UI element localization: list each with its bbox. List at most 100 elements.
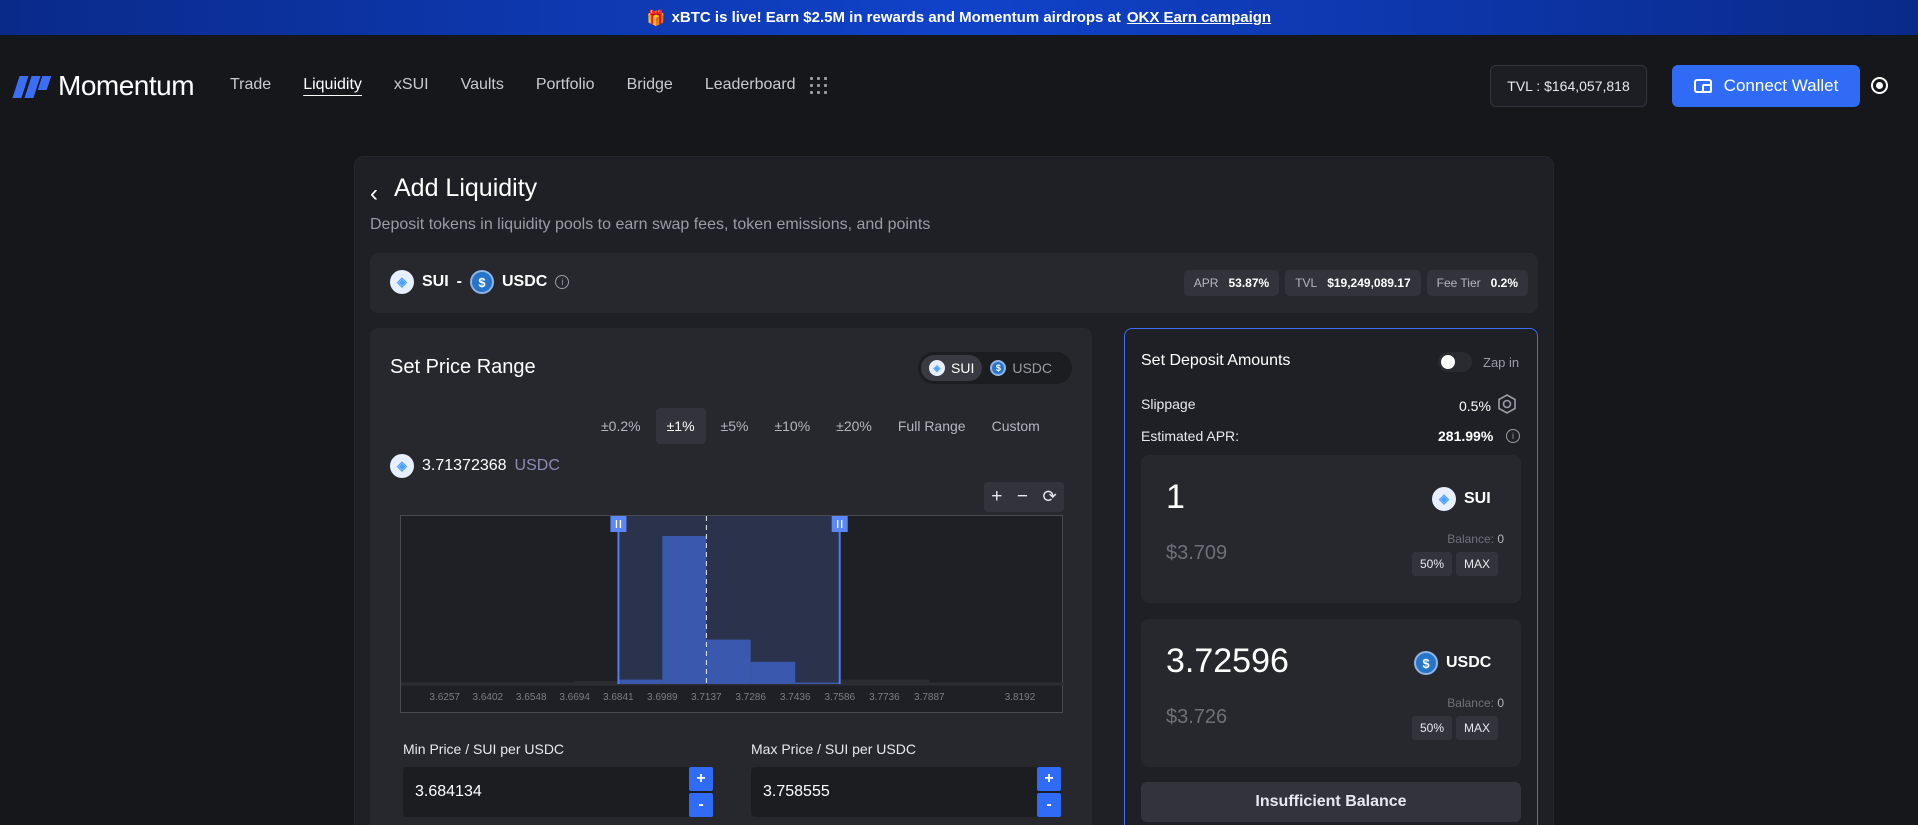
zoom-in-icon[interactable]: +: [991, 486, 1002, 508]
stat-fee-tier: Fee Tier 0.2%: [1426, 270, 1528, 296]
liquidity-bar-3: [706, 639, 751, 684]
sui-50-button[interactable]: 50%: [1412, 552, 1453, 576]
x-tick-label-5: 3.6989: [647, 692, 678, 703]
min-range-handle: [610, 516, 627, 532]
x-tick-label-1: 3.6402: [473, 692, 504, 703]
liquidity-bar-5: [795, 682, 840, 684]
stat-tvl: TVL $19,249,089.17: [1285, 270, 1421, 296]
preset-custom[interactable]: Custom: [981, 408, 1051, 444]
x-tick-label-4: 3.6841: [603, 692, 634, 703]
slippage-value[interactable]: 0.5%: [1459, 398, 1491, 414]
liquidity-bar-1: [618, 679, 663, 684]
max-price-decrement-button[interactable]: -: [1037, 793, 1061, 817]
usdc-max-button[interactable]: MAX: [1456, 716, 1499, 740]
estimated-apr-value: 281.99%: [1438, 428, 1494, 444]
settings-icon[interactable]: [1871, 77, 1888, 94]
sui-amount[interactable]: 1: [1166, 478, 1185, 517]
deposit-title: Set Deposit Amounts: [1141, 352, 1291, 369]
connect-wallet-label: Connect Wallet: [1723, 76, 1839, 95]
info-icon[interactable]: i: [1506, 429, 1520, 443]
token-input-sui[interactable]: [1141, 455, 1521, 603]
x-tick-label-0: 3.6257: [429, 692, 460, 703]
preset-full-range[interactable]: Full Range: [887, 408, 977, 444]
nav-leaderboard[interactable]: Leaderboard: [705, 76, 796, 94]
liquidity-chart[interactable]: 3.6257 3.6402 3.6548 3.6694 3.6841 3.6989 3.71…: [400, 515, 1064, 713]
liquidity-bar-2: [662, 536, 707, 684]
min-price-decrement-button[interactable]: -: [689, 793, 713, 817]
main-nav: Trade Liquidity xSUI Vaults Portfolio Br…: [230, 76, 796, 94]
stat-apr: APR 53.87%: [1183, 270, 1280, 296]
reset-zoom-icon[interactable]: ⟳: [1042, 487, 1056, 507]
pair-separator: -: [456, 273, 462, 290]
nav-trade[interactable]: Trade: [230, 76, 271, 94]
max-price-input[interactable]: 3.758555 + -: [751, 767, 1061, 817]
zap-in-label: Zap in: [1483, 355, 1520, 370]
x-tick-label-3: 3.6694: [559, 692, 590, 703]
preset-1[interactable]: ±1%: [655, 408, 706, 444]
max-price-label: Max Price / SUI per USDC: [751, 741, 916, 757]
min-price-input[interactable]: 3.684134 + -: [403, 767, 713, 817]
logo[interactable]: Momentum: [12, 70, 195, 102]
slippage-settings-icon[interactable]: [1497, 394, 1517, 414]
nav-vaults[interactable]: Vaults: [461, 76, 504, 94]
preset-10[interactable]: ±10%: [763, 408, 821, 444]
usdc-amount[interactable]: 3.72596: [1166, 642, 1289, 681]
max-price-value: 3.758555: [763, 783, 830, 800]
max-price-increment-button[interactable]: +: [1037, 767, 1061, 791]
token-b-label: USDC: [502, 273, 548, 290]
pool-stats: APR 53.87% TVL $19,249,089.17 Fee Tier 0.2%: [1183, 270, 1528, 296]
sui-token-icon: ◈: [929, 360, 945, 376]
insufficient-balance-button[interactable]: Insufficient Balance: [1141, 782, 1521, 822]
sui-token-label: ◈ SUI: [1432, 487, 1491, 511]
usdc-50-button[interactable]: 50%: [1412, 716, 1453, 740]
banner-text: xBTC is live! Earn $2.5M in rewards and …: [671, 9, 1121, 26]
pool-pair: ◈ SUI - $ USDC i: [390, 270, 570, 294]
min-price-increment-button[interactable]: +: [689, 767, 713, 791]
slippage-label: Slippage: [1141, 396, 1196, 412]
x-tick-label-10: 3.7736: [869, 692, 900, 703]
liquidity-bar-6: [839, 679, 885, 684]
toggle-usdc[interactable]: $ USDC: [982, 355, 1060, 381]
x-tick-label-8: 3.7436: [780, 692, 811, 703]
momentum-logo-icon: [12, 74, 52, 98]
back-chevron-icon[interactable]: ‹: [370, 180, 378, 208]
global-tvl: TVL : $164,057,818: [1490, 65, 1647, 107]
preset-0-2[interactable]: ±0.2%: [590, 408, 652, 444]
sui-balance: Balance: 0: [1447, 532, 1504, 546]
toggle-sui[interactable]: ◈ SUI: [921, 355, 983, 381]
zoom-out-icon[interactable]: −: [1017, 486, 1028, 508]
usdc-balance: Balance: 0: [1447, 696, 1504, 710]
banner-link[interactable]: OKX Earn campaign: [1127, 9, 1271, 26]
apps-grid-icon[interactable]: [810, 77, 827, 94]
chart-zoom-controls: + − ⟳: [984, 482, 1064, 512]
x-tick-label-2: 3.6548: [516, 692, 547, 703]
usdc-token-icon: $: [470, 270, 494, 294]
preset-5[interactable]: ±5%: [710, 408, 760, 444]
current-price-unit: USDC: [514, 457, 560, 474]
logo-text: Momentum: [58, 70, 195, 101]
x-tick-label-9: 3.7586: [825, 692, 856, 703]
base-token-toggle: ◈ SUI $ USDC: [918, 352, 1072, 384]
nav-bridge[interactable]: Bridge: [627, 76, 673, 94]
price-range-title: Set Price Range: [390, 356, 536, 378]
nav-liquidity[interactable]: Liquidity: [303, 76, 362, 94]
sui-token-icon: ◈: [1432, 487, 1456, 511]
usdc-token-icon: $: [990, 360, 1007, 376]
nav-portfolio[interactable]: Portfolio: [536, 76, 595, 94]
x-tick-label-11: 3.7887: [914, 692, 945, 703]
usdc-token-label: $ USDC: [1414, 651, 1491, 675]
preset-20[interactable]: ±20%: [825, 408, 883, 444]
x-tick-label-7: 3.7286: [735, 692, 766, 703]
page-title: Add Liquidity: [394, 174, 538, 202]
range-presets: ±0.2% ±1% ±5% ±10% ±20% Full Range Custo…: [590, 408, 1051, 444]
zap-in-toggle[interactable]: [1438, 352, 1472, 372]
estimated-apr-label: Estimated APR:: [1141, 428, 1240, 444]
max-range-handle: [831, 516, 848, 532]
connect-wallet-button[interactable]: Connect Wallet: [1672, 65, 1860, 107]
min-price-value: 3.684134: [415, 783, 482, 800]
info-icon[interactable]: i: [555, 275, 570, 289]
x-tick-label-6: 3.7137: [691, 692, 722, 703]
sui-max-button[interactable]: MAX: [1456, 552, 1499, 576]
nav-xsui[interactable]: xSUI: [394, 76, 429, 94]
liquidity-bar-4: [750, 661, 796, 684]
